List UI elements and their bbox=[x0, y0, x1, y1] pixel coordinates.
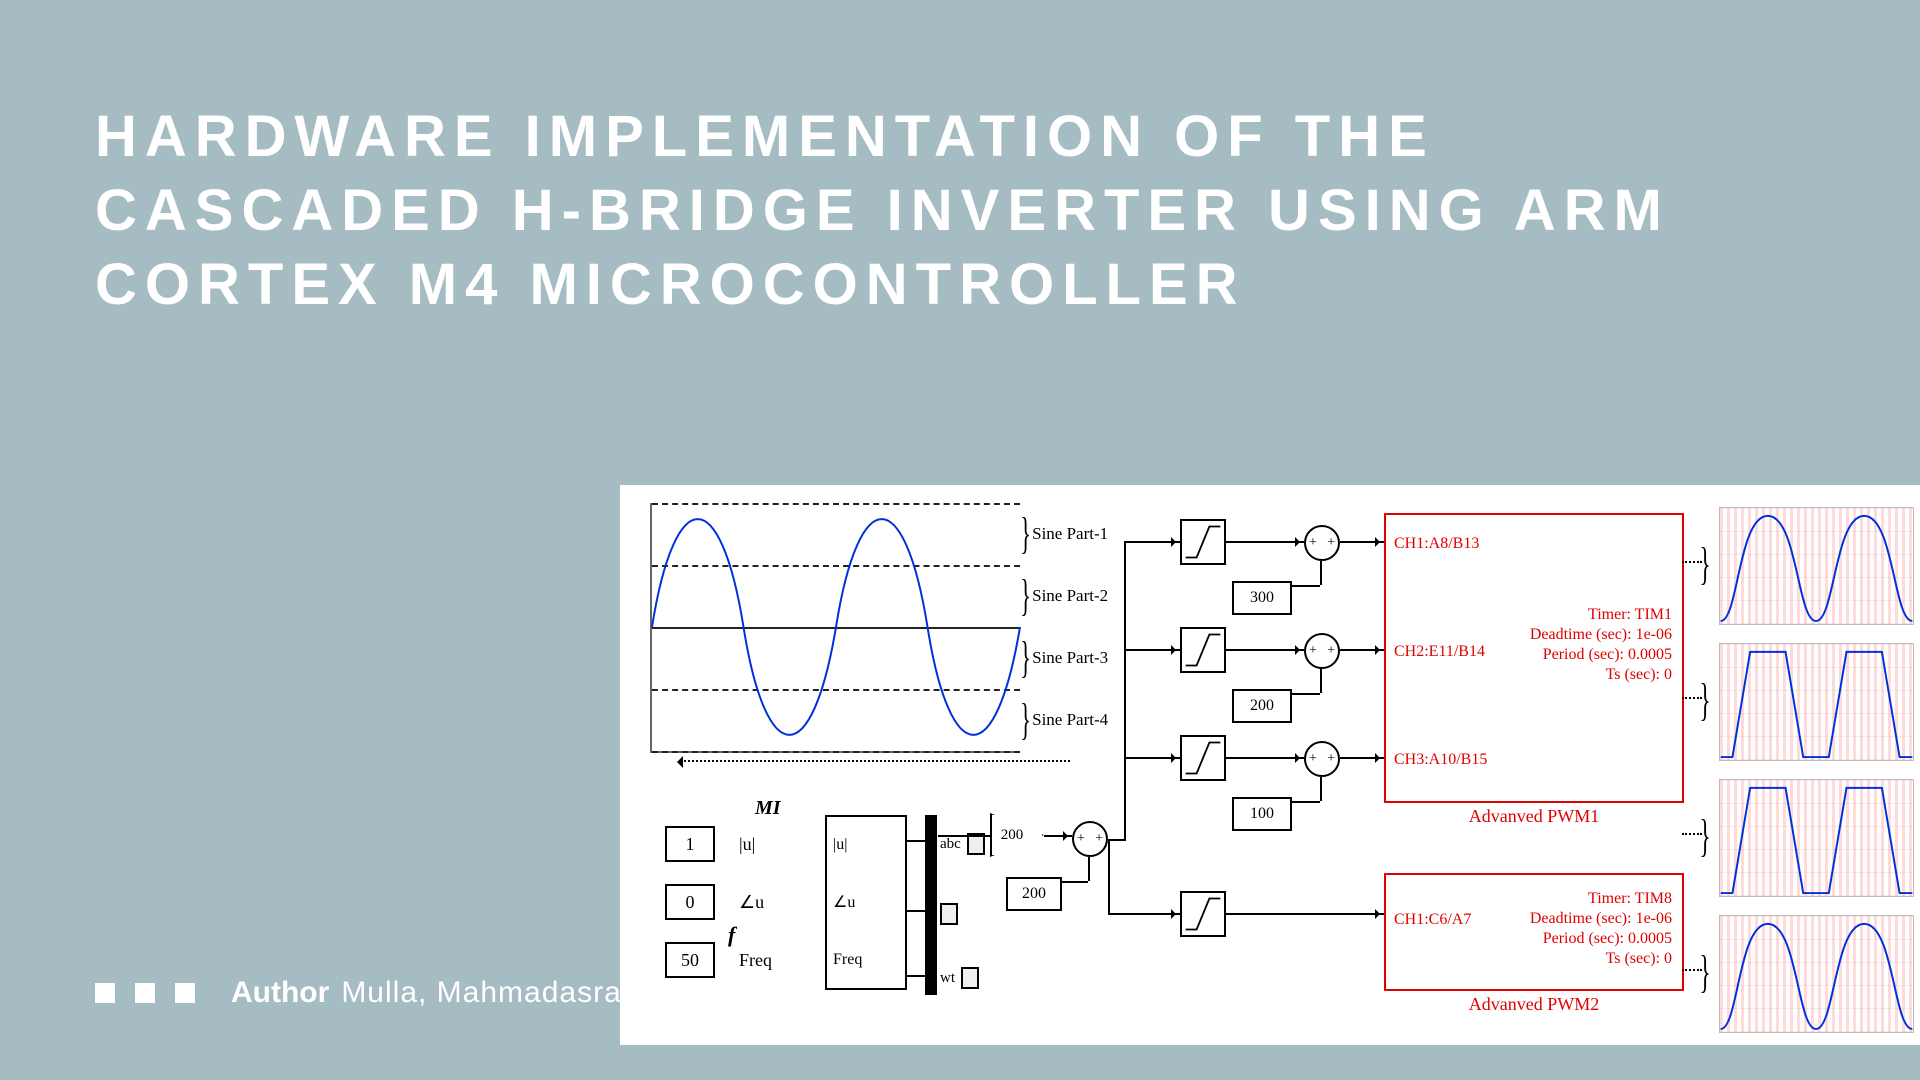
brace-icon: } bbox=[1699, 673, 1710, 726]
offset-100: 100 bbox=[1232, 797, 1292, 831]
saturation-block bbox=[1180, 735, 1226, 781]
brace-icon: } bbox=[1699, 809, 1710, 862]
reference-sine-chart bbox=[650, 503, 1020, 753]
mi-constant: 1 bbox=[665, 826, 715, 862]
output-chart-1 bbox=[1719, 507, 1914, 625]
sum-node bbox=[1304, 741, 1340, 777]
sum-node bbox=[1304, 633, 1340, 669]
page-title: HARDWARE IMPLEMENTATION OF THE CASCADED … bbox=[95, 100, 1825, 323]
output-chart-2 bbox=[1719, 643, 1914, 761]
mi-heading: MI bbox=[755, 797, 781, 820]
mux-bar bbox=[925, 815, 937, 995]
author-row: Author Mulla, Mahmadasraf A bbox=[95, 976, 660, 1010]
offset-300: 300 bbox=[1232, 581, 1292, 615]
saturation-block bbox=[1180, 627, 1226, 673]
brace-icon: } bbox=[1699, 537, 1710, 590]
feedback-dotted-arrow bbox=[680, 760, 1070, 762]
source-constants: 1 |u| 0 ∠u 50 Freq bbox=[665, 815, 783, 989]
output-chart-4 bbox=[1719, 915, 1914, 1033]
output-waveforms bbox=[1719, 507, 1914, 1027]
saturation-block bbox=[1180, 519, 1226, 565]
brace-icon: } bbox=[1699, 945, 1710, 998]
terminator-icon bbox=[961, 967, 979, 989]
sum-node bbox=[1072, 821, 1108, 857]
block-diagram: }Sine Part-1 }Sine Part-2 }Sine Part-3 }… bbox=[620, 485, 1920, 1045]
freq-constant: 50 bbox=[665, 942, 715, 978]
f-heading: f bbox=[728, 922, 735, 948]
offset-200: 200 bbox=[1232, 689, 1292, 723]
author-name: Mulla, Mahmadasraf A bbox=[341, 976, 659, 1010]
phase-constant: 0 bbox=[665, 884, 715, 920]
output-chart-3 bbox=[1719, 779, 1914, 897]
author-label: Author bbox=[231, 976, 329, 1010]
saturation-block bbox=[1180, 891, 1226, 937]
advanced-pwm2-block: CH1:C6/A7 Timer: TIM8 Deadtime (sec): 1e… bbox=[1384, 873, 1684, 991]
bias-block: 200 bbox=[1006, 877, 1062, 911]
gain-block: 200 bbox=[990, 813, 1044, 857]
terminator-icon bbox=[940, 903, 958, 925]
bullet-squares bbox=[95, 983, 195, 1003]
signal-generator-block: |u| ∠u Freq bbox=[825, 815, 907, 990]
sum-node bbox=[1304, 525, 1340, 561]
advanced-pwm1-block: CH1:A8/B13 CH2:E11/B14 CH3:A10/B15 Timer… bbox=[1384, 513, 1684, 803]
